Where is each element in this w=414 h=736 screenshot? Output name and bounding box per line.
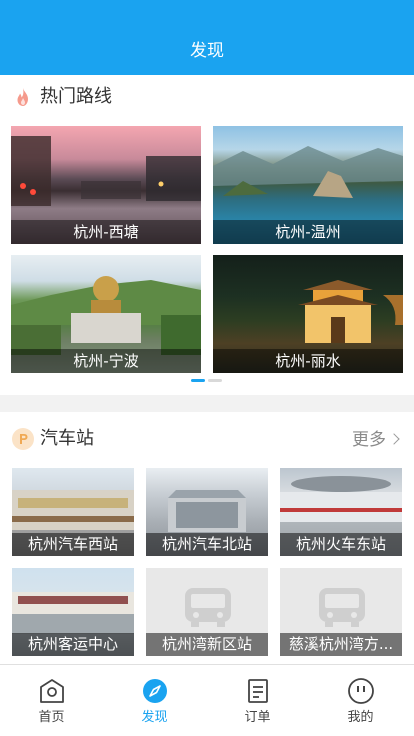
- top-bar: 发现: [0, 0, 414, 75]
- hot-routes-header: 热门路线: [0, 75, 414, 119]
- carousel-indicator: [191, 379, 223, 383]
- station-card[interactable]: 杭州湾新区站: [146, 568, 268, 656]
- bottom-nav: 首页 发现 订单 我的: [0, 664, 414, 736]
- tab-orders[interactable]: 订单: [206, 665, 309, 736]
- route-card-lishui[interactable]: 杭州-丽水: [213, 255, 403, 373]
- order-icon: [248, 679, 268, 703]
- hot-routes-title: 热门路线: [40, 86, 112, 107]
- station-label: 杭州汽车北站: [146, 533, 268, 556]
- profile-icon: [348, 678, 374, 704]
- route-label: 杭州-丽水: [213, 349, 403, 373]
- station-card[interactable]: 慈溪杭州湾方...: [280, 568, 402, 656]
- carousel-dot[interactable]: [208, 379, 222, 382]
- station-label: 杭州汽车西站: [12, 533, 134, 556]
- bus-placeholder-icon: [319, 588, 365, 627]
- hot-routes-section: 热门路线 杭州-西塘 杭州-温州 杭州-宁波 杭州-丽水: [0, 75, 414, 395]
- route-card-ningbo[interactable]: 杭州-宁波: [11, 255, 201, 373]
- tab-label: 我的: [347, 710, 374, 725]
- station-card[interactable]: 杭州汽车西站: [12, 468, 134, 556]
- route-card-wenzhou[interactable]: 杭州-温州: [213, 126, 403, 244]
- parking-icon: [12, 428, 34, 450]
- tab-profile[interactable]: 我的: [309, 665, 412, 736]
- more-link[interactable]: 更多: [352, 428, 400, 452]
- page-title: 发现: [190, 41, 224, 61]
- fire-icon: [17, 88, 28, 106]
- more-label: 更多: [352, 430, 386, 450]
- stations-header: 汽车站 更多: [0, 412, 414, 456]
- route-label: 杭州-西塘: [11, 220, 201, 244]
- tab-home[interactable]: 首页: [0, 665, 103, 736]
- discover-screen: 发现 热门路线 杭州-西塘 杭州-温州 杭州-宁波 杭州-丽水 汽车站 更多 杭…: [0, 0, 414, 736]
- tab-label: 订单: [244, 710, 271, 725]
- station-card[interactable]: 杭州汽车北站: [146, 468, 268, 556]
- station-label: 慈溪杭州湾方...: [280, 633, 402, 656]
- home-icon: [40, 679, 64, 703]
- station-card[interactable]: 杭州客运中心: [12, 568, 134, 656]
- route-label: 杭州-温州: [213, 220, 403, 244]
- station-card[interactable]: 杭州火车东站: [280, 468, 402, 556]
- chevron-right-icon: [388, 433, 400, 445]
- station-label: 杭州客运中心: [12, 633, 134, 656]
- tab-discover[interactable]: 发现: [103, 665, 206, 736]
- route-label: 杭州-宁波: [11, 349, 201, 373]
- station-label: 杭州湾新区站: [146, 633, 268, 656]
- tab-label: 首页: [38, 710, 65, 725]
- route-card-xitang[interactable]: 杭州-西塘: [11, 126, 201, 244]
- bus-placeholder-icon: [185, 588, 231, 627]
- tab-label: 发现: [141, 710, 168, 725]
- stations-title: 汽车站: [40, 428, 94, 449]
- compass-icon: [143, 679, 167, 703]
- carousel-dot-active[interactable]: [191, 379, 205, 382]
- stations-section: 汽车站 更多 杭州汽车西站 杭州汽车北站 杭州火车东站 杭州客运中心 杭州湾新区…: [0, 412, 414, 664]
- station-label: 杭州火车东站: [280, 533, 402, 556]
